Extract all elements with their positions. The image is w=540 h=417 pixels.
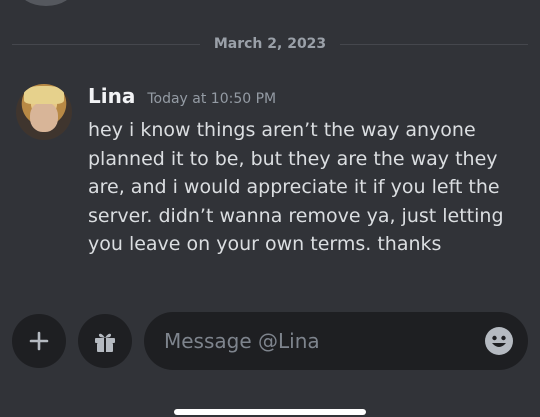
date-divider: March 2, 2023 <box>12 32 529 56</box>
gift-icon <box>95 333 115 352</box>
message-content: Lina Today at 10:50 PM hey i know things… <box>88 84 518 259</box>
home-indicator[interactable] <box>174 409 366 415</box>
message-composer: Message @Lina <box>12 312 528 370</box>
previous-message-avatar <box>18 0 74 6</box>
emoji-icon[interactable] <box>484 326 514 356</box>
timestamp: Today at 10:50 PM <box>147 91 277 107</box>
message-input[interactable]: Message @Lina <box>144 312 528 370</box>
divider-date: March 2, 2023 <box>213 36 327 52</box>
avatar[interactable] <box>16 84 72 140</box>
message-input-placeholder: Message @Lina <box>164 329 320 353</box>
username[interactable]: Lina <box>88 84 135 108</box>
divider-line-right <box>340 43 529 45</box>
plus-icon <box>29 331 49 351</box>
message-text: hey i know things aren’t the way anyone … <box>88 119 504 255</box>
divider-line-left <box>12 43 200 45</box>
add-attachment-button[interactable] <box>12 314 66 368</box>
gift-button[interactable] <box>78 314 132 368</box>
message-header: Lina Today at 10:50 PM <box>88 84 518 110</box>
